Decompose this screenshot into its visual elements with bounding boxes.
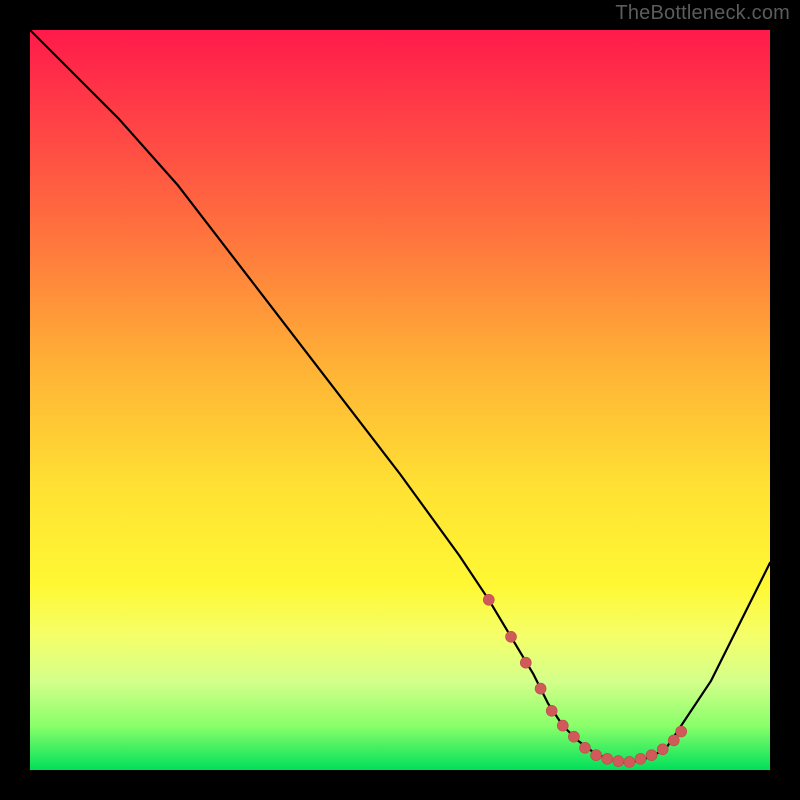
- curve-marker: [646, 750, 657, 761]
- curve-marker: [568, 731, 579, 742]
- curve-marker: [535, 683, 546, 694]
- curve-marker: [557, 720, 568, 731]
- curve-marker: [546, 705, 557, 716]
- curve-marker: [520, 657, 531, 668]
- curve-svg: [30, 30, 770, 770]
- curve-marker: [602, 753, 613, 764]
- curve-marker: [657, 744, 668, 755]
- curve-marker: [483, 594, 494, 605]
- curve-marker: [676, 726, 687, 737]
- bottleneck-curve: [30, 30, 770, 763]
- curve-marker: [635, 753, 646, 764]
- plot-area: [30, 30, 770, 770]
- curve-marker: [580, 742, 591, 753]
- marker-group: [483, 594, 686, 767]
- curve-marker: [506, 631, 517, 642]
- curve-marker: [591, 750, 602, 761]
- curve-marker: [668, 735, 679, 746]
- curve-marker: [613, 756, 624, 767]
- chart-frame: TheBottleneck.com: [0, 0, 800, 800]
- attribution-label: TheBottleneck.com: [615, 2, 790, 25]
- curve-marker: [624, 756, 635, 767]
